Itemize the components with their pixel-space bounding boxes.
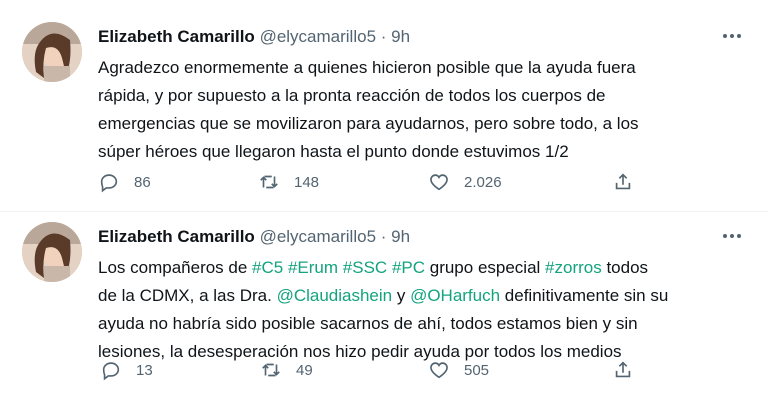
reply-icon (102, 362, 120, 381)
separator-dot: · (380, 27, 387, 46)
like-button[interactable]: 505 (428, 356, 489, 384)
text-segment: y (392, 286, 411, 305)
separator-dot: · (380, 227, 387, 246)
retweet-icon (262, 363, 280, 377)
like-icon (430, 174, 448, 191)
tweet-header: Elizabeth Camarillo @elycamarillo5 · 9h (98, 226, 410, 248)
retweet-count: 148 (294, 173, 320, 191)
share-button[interactable] (612, 356, 648, 384)
like-button[interactable]: 2.026 (428, 168, 502, 196)
mention-link[interactable]: @OHarfuch (410, 286, 500, 305)
avatar[interactable] (22, 22, 82, 82)
tweet[interactable]: Elizabeth Camarillo @elycamarillo5 · 9h … (0, 212, 768, 400)
tweet-text: Agradezco enormemente a quienes hicieron… (98, 58, 639, 161)
tweet-text: Los compañeros de #C5 #Erum #SSC #PC gru… (98, 254, 738, 366)
reply-icon (100, 174, 118, 193)
hashtag-link[interactable]: #zorros (545, 258, 602, 277)
tweet-time[interactable]: 9h (391, 227, 410, 246)
retweet-button[interactable]: 148 (258, 168, 319, 196)
tweet-actions: 13 49 505 (98, 356, 658, 384)
like-count: 505 (464, 361, 490, 379)
retweet-icon (260, 175, 278, 189)
share-icon (615, 173, 631, 190)
share-button[interactable] (612, 168, 648, 196)
reply-button[interactable]: 86 (98, 168, 151, 196)
retweet-button[interactable]: 49 (260, 356, 313, 384)
tweet-actions: 86 148 2.026 (98, 168, 658, 196)
author-name[interactable]: Elizabeth Camarillo (98, 227, 255, 246)
tweet[interactable]: Elizabeth Camarillo @elycamarillo5 · 9h … (0, 0, 768, 212)
text-segment: Los compañeros de (98, 258, 253, 277)
mention-link[interactable]: @Claudiashein (277, 286, 393, 305)
author-handle[interactable]: @elycamarillo5 (260, 227, 376, 246)
retweet-count: 49 (296, 361, 313, 379)
author-handle[interactable]: @elycamarillo5 (260, 27, 376, 46)
author-name[interactable]: Elizabeth Camarillo (98, 27, 255, 46)
like-icon (430, 362, 448, 379)
reply-button[interactable]: 13 (100, 356, 153, 384)
like-count: 2.026 (464, 173, 502, 191)
share-icon (615, 361, 631, 378)
hashtag-link[interactable]: #Erum (288, 258, 338, 277)
more-icon[interactable] (716, 24, 748, 48)
avatar[interactable] (22, 222, 82, 282)
text-segment: grupo especial (425, 258, 546, 277)
reply-count: 13 (136, 361, 153, 379)
hashtag-link[interactable]: #PC (392, 258, 425, 277)
tweet-header: Elizabeth Camarillo @elycamarillo5 · 9h (98, 26, 410, 48)
hashtag-link[interactable]: #SSC (343, 258, 387, 277)
more-icon[interactable] (716, 224, 748, 248)
tweet-time[interactable]: 9h (391, 27, 410, 46)
reply-count: 86 (134, 173, 151, 191)
hashtag-link[interactable]: #C5 (252, 258, 283, 277)
